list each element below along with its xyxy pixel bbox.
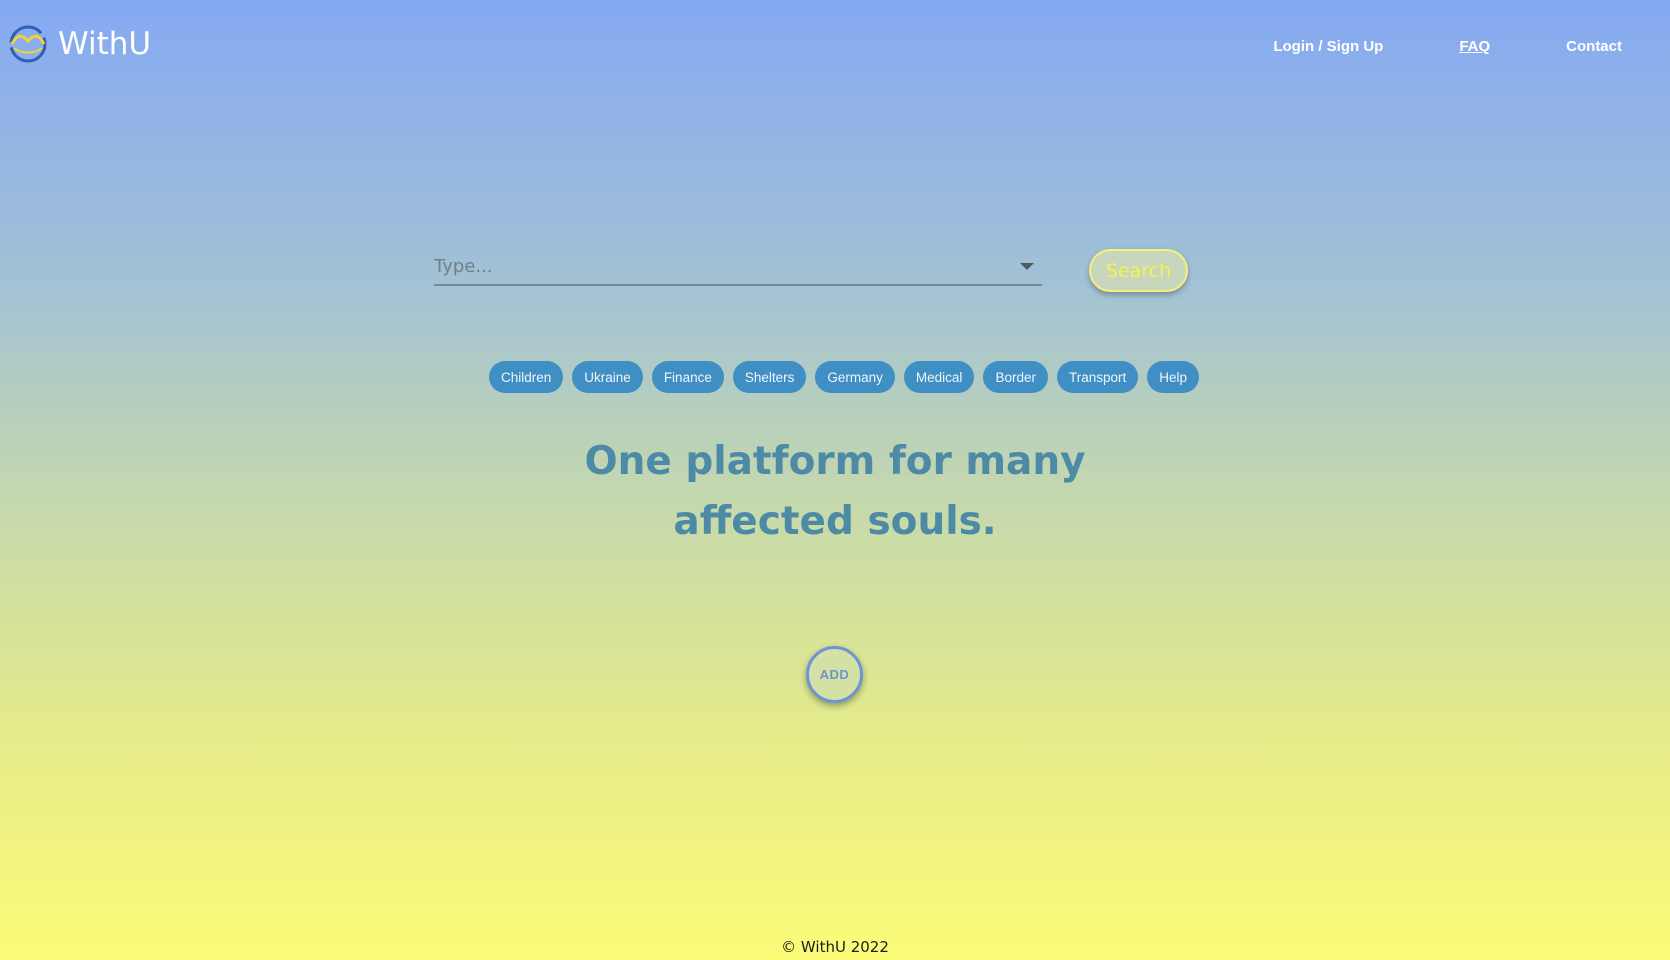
app-name: WithU [58, 26, 152, 62]
chip-germany[interactable]: Germany [815, 361, 895, 393]
search-input[interactable] [434, 251, 1020, 281]
chip-ukraine[interactable]: Ukraine [572, 361, 643, 393]
chip-medical[interactable]: Medical [903, 361, 975, 393]
chip-finance[interactable]: Finance [651, 361, 724, 393]
wave-circle-logo-icon [9, 25, 47, 63]
top-nav: Login / Sign Up FAQ Contact [1197, 38, 1622, 55]
logo[interactable]: WithU [8, 24, 151, 64]
chip-transport[interactable]: Transport [1056, 361, 1139, 393]
triangle-down-icon[interactable] [1020, 262, 1034, 270]
add-button[interactable]: ADD [806, 646, 863, 703]
page: WithU Login / Sign Up FAQ Contact Search… [0, 0, 1670, 960]
footer-copyright: © WithU 2022 [781, 938, 889, 956]
search-button[interactable]: Search [1089, 249, 1188, 292]
chip-shelters[interactable]: Shelters [732, 361, 807, 393]
faq-link[interactable]: FAQ [1459, 38, 1490, 55]
search-field [434, 248, 1042, 286]
chip-children[interactable]: Children [489, 361, 564, 393]
category-chips: Children Ukraine Finance Shelters German… [489, 361, 1200, 393]
chip-help[interactable]: Help [1147, 361, 1200, 393]
tagline: One platform for many affected souls. [584, 439, 1086, 544]
contact-link[interactable]: Contact [1566, 38, 1622, 55]
chip-border[interactable]: Border [983, 361, 1048, 393]
login-signup-link[interactable]: Login / Sign Up [1273, 38, 1383, 55]
